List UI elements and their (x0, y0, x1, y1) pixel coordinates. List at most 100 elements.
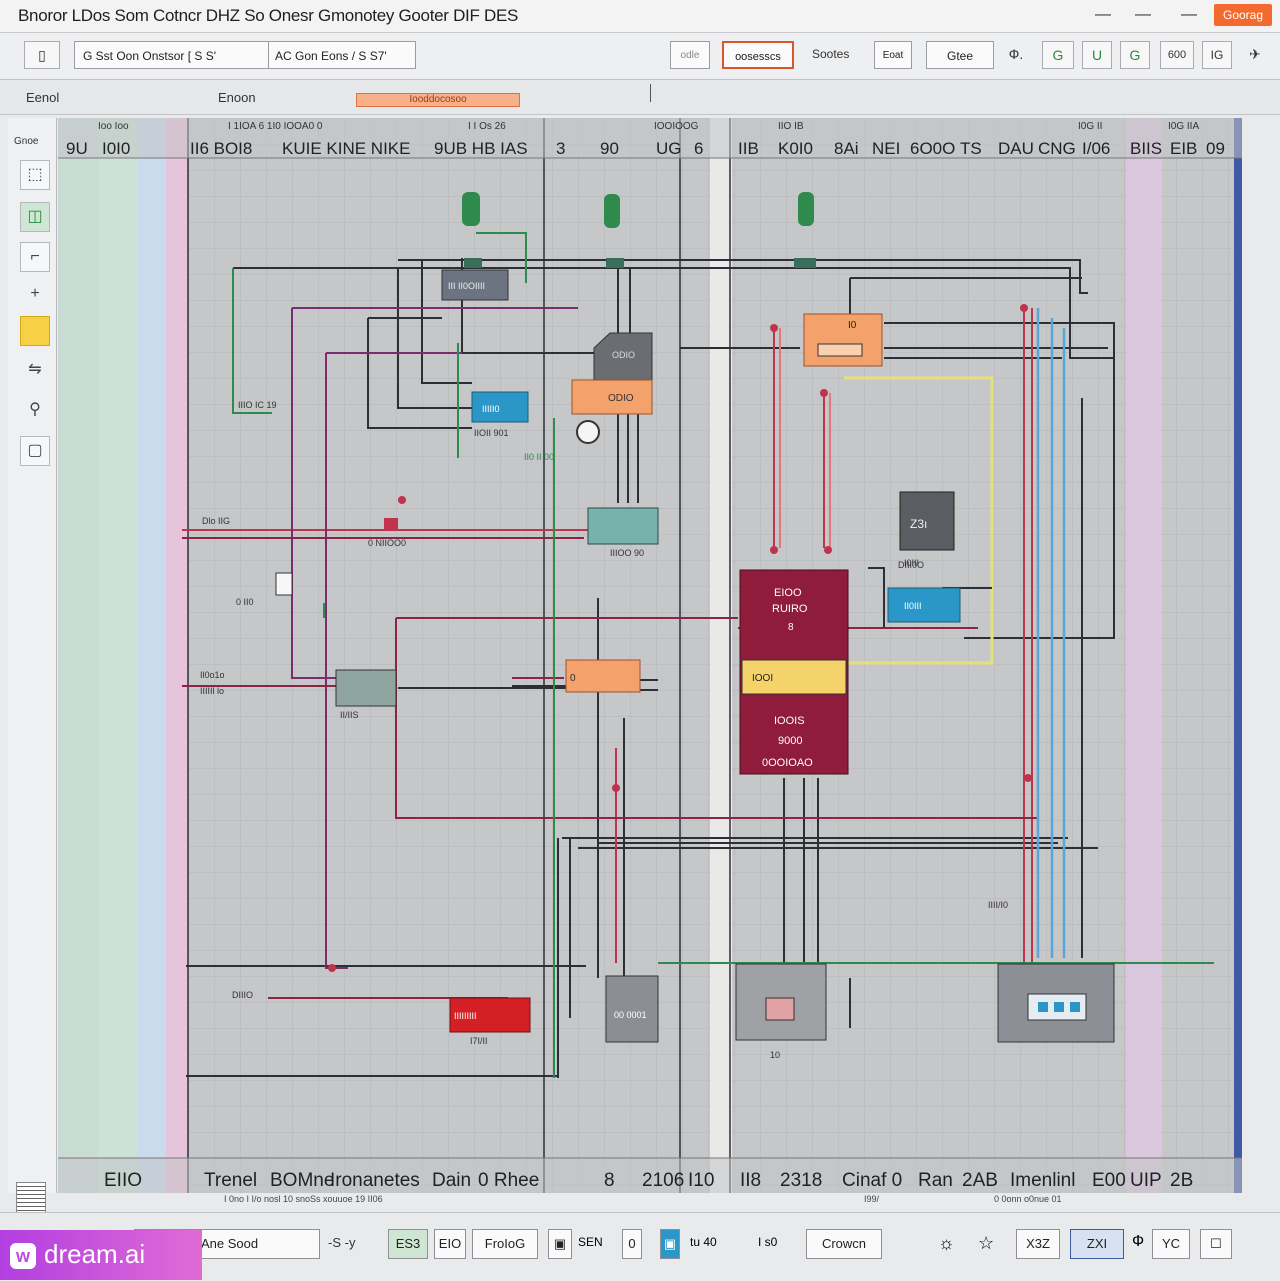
hdr-10: K0I0 (778, 139, 813, 158)
maximize-button[interactable]: — (1176, 4, 1202, 26)
hdr-small-2: I I Os 26 (468, 121, 506, 132)
watermark-text: dream.ai (44, 1239, 146, 1269)
btn-3[interactable]: FroIoG (472, 1229, 538, 1259)
page-icon[interactable]: ▢ (20, 436, 50, 466)
minimize-button-2[interactable]: — (1130, 4, 1156, 26)
grey-box-low[interactable]: 00 0001 (605, 975, 659, 1043)
hdr-small-3: IOOIOOG (654, 121, 699, 132)
controller-box[interactable] (997, 963, 1115, 1043)
wire-icon[interactable]: ⌐ (20, 242, 50, 272)
row-left-b: IIIIIl lo (200, 686, 224, 696)
marker-8 (328, 964, 336, 972)
bhdr-17: 2B (1170, 1170, 1193, 1191)
grey-box-low-body[interactable] (605, 975, 659, 1043)
file-field[interactable]: G Sst Oon Onstsor [ S S' (74, 41, 270, 69)
sensor-cap-label: IIIO IC 19 (238, 400, 277, 410)
schematic-canvas[interactable]: Ioo Ioo I 1IOA 6 1I0 IOOA0 0 I I Os 26 I… (58, 118, 1242, 1193)
select-icon[interactable]: ⬚ (20, 160, 50, 190)
active-tab[interactable]: Iooddocosoo (356, 93, 520, 107)
sensor-1[interactable] (462, 192, 480, 226)
measure-icon[interactable]: ⚲ (20, 396, 50, 426)
btn-10[interactable]: ZXI (1070, 1229, 1124, 1259)
btn-12[interactable]: ☐ (1200, 1229, 1232, 1259)
btn-2[interactable]: EIO (434, 1229, 466, 1259)
red-low-cap: I7I/II (470, 1036, 488, 1046)
orange-block-lower-body[interactable] (565, 659, 641, 693)
sensor-left-label: Dlo IIG (202, 516, 230, 526)
button-d[interactable]: Eoat (874, 41, 912, 69)
refresh-icon[interactable]: G (1042, 41, 1074, 69)
component-icon[interactable]: ◫ (20, 202, 50, 232)
gauge-circle[interactable] (576, 420, 600, 444)
orange-block-lower[interactable]: 0 (565, 659, 641, 693)
top-block[interactable]: III II0OIIII (441, 269, 509, 301)
bhdr-4: Dain (432, 1170, 471, 1191)
hdr-9: IIB (738, 139, 759, 158)
orange-block-right-body[interactable] (803, 313, 883, 367)
bhdr-6: 8 (604, 1170, 615, 1191)
bhdr-13: 2AB (962, 1170, 998, 1191)
orange-block-right[interactable]: I0 (803, 313, 883, 367)
btn-9[interactable]: X3Z (1016, 1229, 1060, 1259)
gear-icon[interactable]: G (1120, 41, 1150, 69)
minimize-button[interactable]: — (1090, 4, 1116, 26)
red-low-label: IIIIIIIII (454, 1011, 477, 1021)
path-field[interactable]: AC Gon Eons / S S7' (268, 41, 416, 69)
settings-icon-bottom[interactable]: Ф (1132, 1233, 1144, 1251)
toggle-icon[interactable]: ▣ (548, 1229, 572, 1259)
hdr-8: 6 (694, 139, 703, 158)
teal-block-body[interactable] (587, 507, 659, 545)
hdr-small-6: I0G IIA (1168, 121, 1199, 132)
grey-block-upper-label: ODIO (612, 350, 635, 360)
midlow-tag: IIII/I0 (988, 900, 1008, 910)
hdr-0: 9U (66, 139, 88, 158)
grey-block-upper[interactable]: ODIO (593, 332, 653, 381)
controller-led-1 (1038, 1002, 1048, 1012)
bhdr-16: UIP (1130, 1170, 1162, 1191)
scale-label: -S -y (328, 1235, 356, 1250)
star-icon[interactable]: ☆ (978, 1233, 994, 1254)
sun-icon[interactable]: ☼ (938, 1233, 955, 1254)
btn-1[interactable]: ES3 (388, 1229, 428, 1259)
blue-block-left-body[interactable] (471, 391, 529, 423)
orange-block-mid[interactable]: ODIO (571, 379, 653, 415)
button-c-label[interactable]: Sootes (812, 47, 849, 61)
counter-icon[interactable]: 600 (1160, 41, 1194, 69)
btn-5[interactable]: 0 (622, 1229, 642, 1259)
btn-11[interactable]: YC (1152, 1229, 1190, 1259)
blue-block-right[interactable]: II0III (887, 587, 961, 623)
button-b[interactable]: oosesscs (722, 41, 794, 69)
blue-right-cap: DIII0O (898, 560, 924, 570)
red-marker-1 (384, 518, 398, 530)
move-icon[interactable]: + (20, 280, 50, 310)
close-button[interactable]: Goorag (1214, 4, 1272, 26)
terminal-box[interactable] (275, 572, 293, 596)
schematic-svg[interactable]: Ioo Ioo I 1IOA 6 1I0 IOOA0 0 I I Os 26 I… (58, 118, 1242, 1193)
image-icon[interactable]: ▣ (660, 1229, 680, 1259)
document-icon[interactable]: ▯ (24, 41, 60, 69)
bhdr-2: BOMne (270, 1170, 334, 1191)
hdr-13: 6O0O (910, 139, 955, 158)
note-icon[interactable] (20, 316, 50, 346)
grid-icon[interactable]: IG (1202, 41, 1232, 69)
bottom-sub-2: 0 0onn o0nue 01 (994, 1194, 1062, 1204)
bhdr-3: Ironanetes (330, 1170, 420, 1191)
watermark-logo-icon: w (10, 1243, 36, 1270)
grey-box-left-body[interactable] (335, 669, 397, 707)
left-tool-rail: Gnoe ⬚ ◫ ⌐ + ⇋ ⚲ ▢ (8, 118, 57, 1228)
sensor-2[interactable] (604, 194, 620, 228)
orange-block-mid-label: ODIO (608, 393, 634, 404)
button-a[interactable]: odle (670, 41, 710, 69)
red-main-block[interactable]: EIOO RUIRO 8 IOOI IOOIS 9000 0OOIOAO (739, 569, 849, 775)
blue-block-right-body[interactable] (887, 587, 961, 623)
btn-8[interactable]: Crowcn (806, 1229, 882, 1259)
lane-green-2 (98, 118, 138, 1193)
settings-icon[interactable]: Ф. (1002, 41, 1030, 69)
button-e[interactable]: Gtee (926, 41, 994, 69)
route-icon[interactable]: ⇋ (20, 356, 50, 386)
hdr-small-5: I0G II (1078, 121, 1102, 132)
lock-icon[interactable]: U (1082, 41, 1112, 69)
send-icon[interactable]: ✈ (1240, 41, 1270, 69)
red-main-6: 0OOIOAO (762, 757, 813, 769)
sensor-3[interactable] (798, 192, 814, 226)
